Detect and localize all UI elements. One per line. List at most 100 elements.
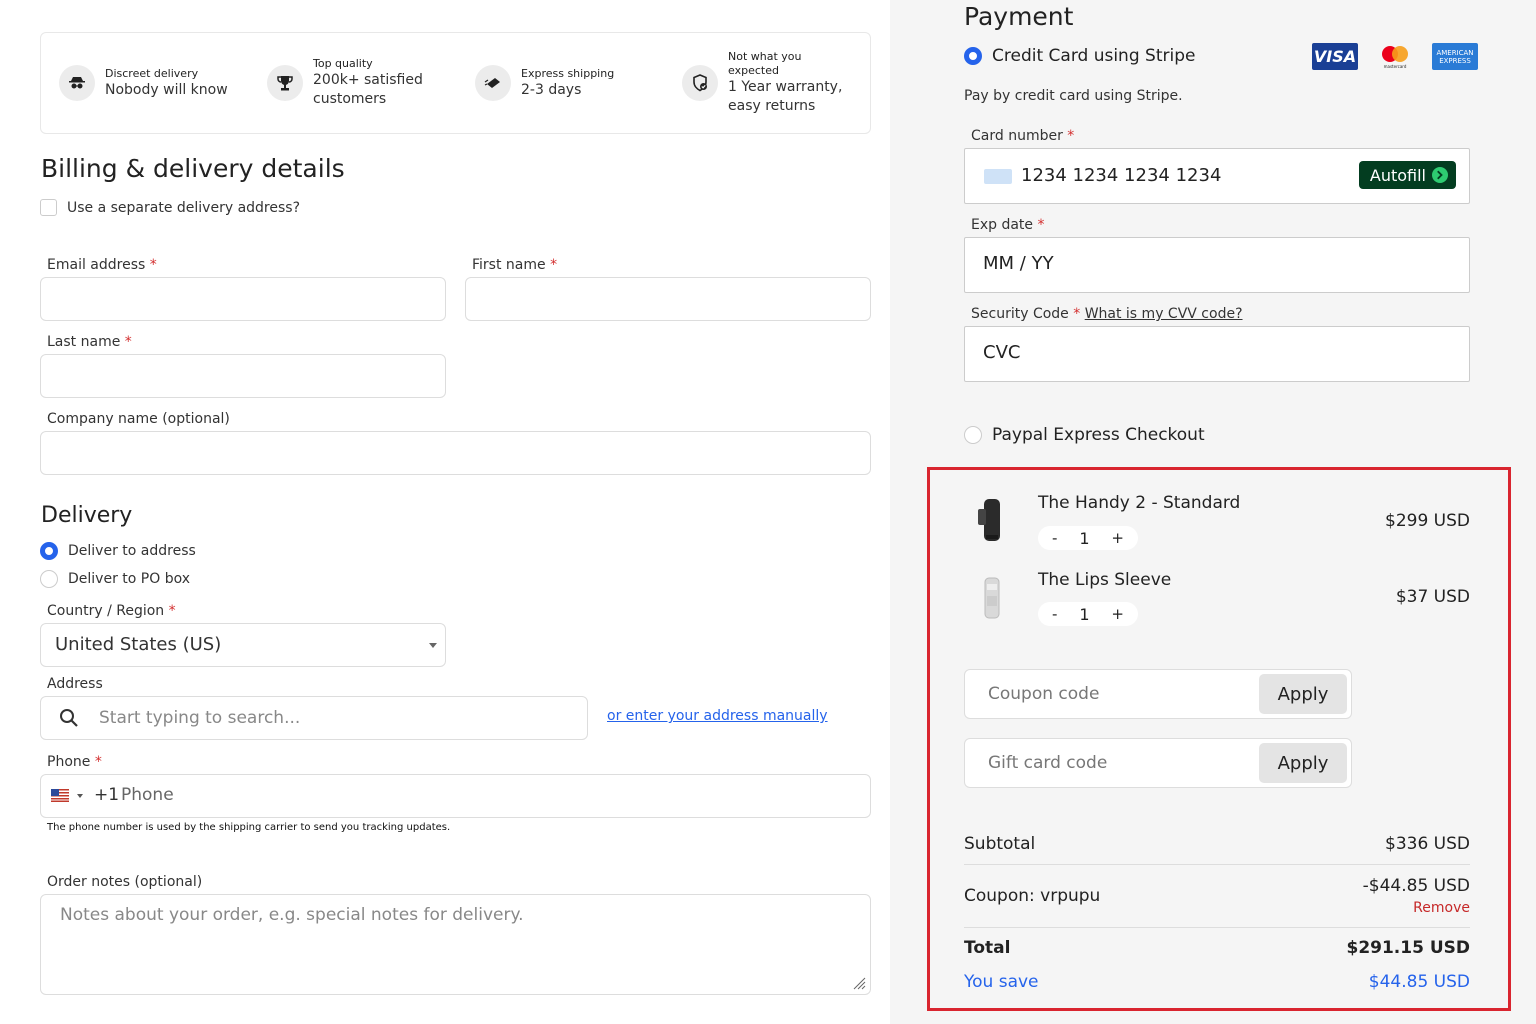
divider [964,927,1470,928]
phone-field[interactable]: +1 Phone [40,774,871,818]
cvc-placeholder[interactable]: CVC [983,342,1020,363]
quantity-stepper[interactable]: - 1 + [1038,526,1138,550]
coupon-field[interactable]: Coupon code Apply [964,669,1352,719]
apply-coupon-button[interactable]: Apply [1259,674,1347,714]
feature-shipping: Express shipping 2-3 days [475,33,614,133]
company-field[interactable] [40,431,871,475]
card-number-field[interactable]: 1234 1234 1234 1234 Autofill [964,148,1470,204]
radio-unselected[interactable] [964,426,982,444]
feature-small: Express shipping [521,66,615,80]
radio-selected[interactable] [40,542,58,560]
card-number-placeholder[interactable]: 1234 1234 1234 1234 [1021,165,1221,186]
country-select[interactable]: United States (US) [40,623,446,667]
paypal-label: Paypal Express Checkout [992,425,1205,445]
required-mark: * [94,754,102,770]
exp-date-placeholder[interactable]: MM / YY [983,253,1054,274]
quantity-value: 1 [1079,528,1090,548]
feature-big: 2-3 days [521,81,582,98]
required-mark: * [550,257,558,273]
last-name-field[interactable] [40,354,446,398]
phone-helper-text: The phone number is used by the shipping… [47,822,451,833]
feature-big: 200k+ satisfied customers [313,72,423,107]
decrease-button[interactable]: - [1052,605,1057,623]
cart-item-name: The Lips Sleeve [1038,570,1172,590]
country-label: Country / Region * [47,603,176,619]
first-name-label: First name * [472,257,557,273]
cvv-help-link[interactable]: What is my CVV code? [1085,306,1243,322]
credit-card-icon [984,169,1012,184]
apply-gift-card-button[interactable]: Apply [1259,743,1347,783]
security-code-label: Security Code * What is my CVV code? [971,306,1243,322]
paypal-radio[interactable]: Paypal Express Checkout [964,425,1205,445]
resize-handle-icon[interactable] [852,976,866,990]
feature-small: Top quality [313,57,373,70]
shipping-icon [475,65,511,101]
stripe-radio[interactable]: Credit Card using Stripe [964,46,1195,66]
coupon-discount: -$44.85 USD [1362,876,1470,896]
radio-unselected[interactable] [40,570,58,588]
last-name-label-text: Last name [47,334,121,350]
you-save-label: You save [964,972,1039,992]
stripe-description: Pay by credit card using Stripe. [964,88,1183,104]
email-field[interactable] [40,277,446,321]
manual-address-link[interactable]: or enter your address manually [607,708,828,724]
checkbox-box[interactable] [40,199,57,216]
us-flag-icon[interactable] [51,789,69,802]
subtotal-value: $336 USD [1385,834,1470,854]
arrow-right-icon [1432,167,1448,183]
exp-date-field[interactable]: MM / YY [964,237,1470,293]
decrease-button[interactable]: - [1052,529,1057,547]
email-label: Email address * [47,257,157,273]
last-name-input[interactable] [41,355,445,397]
autofill-button[interactable]: Autofill [1358,161,1456,189]
subtotal-label: Subtotal [964,834,1036,854]
payment-title: Payment [964,2,1074,31]
divider [964,864,1470,865]
address-field[interactable] [40,696,588,740]
spy-icon [59,65,95,101]
card-number-label: Card number * [971,128,1074,144]
first-name-input[interactable] [466,278,870,320]
radio-selected[interactable] [964,47,982,65]
increase-button[interactable]: + [1111,605,1124,623]
card-number-label-text: Card number [971,128,1063,144]
checkbox-label: Use a separate delivery address? [67,199,300,216]
gift-card-field[interactable]: Gift card code Apply [964,738,1352,788]
you-save-row: You save $44.85 USD [964,972,1470,992]
first-name-field[interactable] [465,277,871,321]
separate-address-checkbox[interactable]: Use a separate delivery address? [40,199,300,216]
quantity-stepper[interactable]: - 1 + [1038,602,1138,626]
coupon-placeholder[interactable]: Coupon code [988,684,1099,704]
amex-icon: AMERICAN EXPRESS [1432,43,1478,70]
exp-date-label-text: Exp date [971,217,1034,233]
chevron-down-icon[interactable] [77,794,83,798]
features-bar: Discreet delivery Nobody will know Top q… [40,32,871,134]
email-label-text: Email address [47,257,146,273]
required-mark: * [124,334,132,350]
country-label-text: Country / Region [47,603,165,619]
remove-coupon-link[interactable]: Remove [1413,900,1470,916]
increase-button[interactable]: + [1111,529,1124,547]
stripe-label: Credit Card using Stripe [992,46,1196,66]
lips-sleeve-product-image [984,577,1000,619]
order-notes-field[interactable] [40,894,871,995]
phone-label: Phone * [47,754,102,770]
required-mark: * [1067,128,1075,144]
coupon-row: Coupon: vrpupu -$44.85 USD [964,876,1470,906]
phone-placeholder[interactable]: Phone [121,785,174,805]
gift-card-placeholder[interactable]: Gift card code [988,753,1107,773]
deliver-to-po-radio[interactable]: Deliver to PO box [40,570,190,588]
order-notes-textarea[interactable] [41,895,870,994]
email-input[interactable] [41,278,445,320]
deliver-to-address-radio[interactable]: Deliver to address [40,542,196,560]
delivery-title: Delivery [41,503,133,528]
feature-quality: Top quality 200k+ satisfied customers [267,33,431,133]
total-value: $291.15 USD [1346,938,1470,958]
feature-big: Nobody will know [105,81,228,98]
company-input[interactable] [41,432,870,474]
security-code-field[interactable]: CVC [964,326,1470,382]
trophy-icon [267,65,303,101]
security-code-label-text: Security Code [971,306,1069,322]
address-search-input[interactable] [41,697,587,739]
address-label: Address [47,676,103,692]
